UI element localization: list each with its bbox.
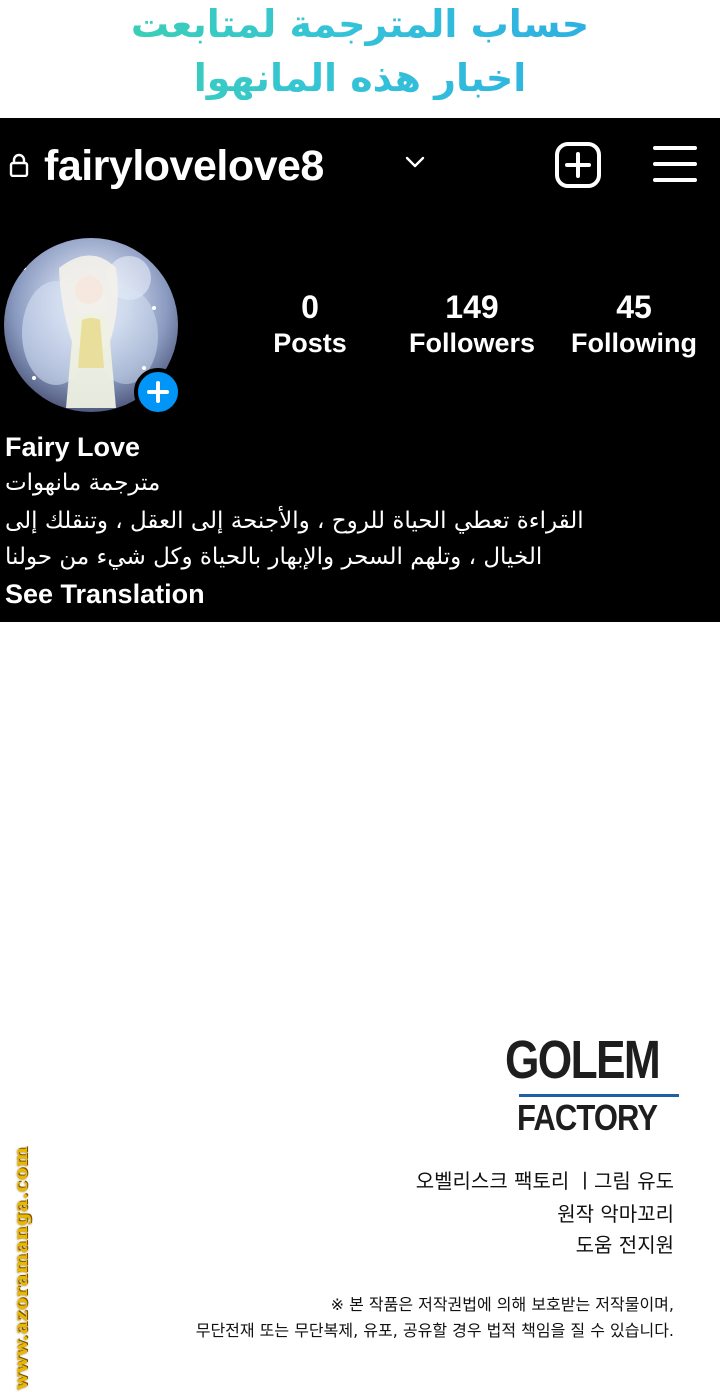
credit-line-1: 오벨리스크 팩토리 ㅣ그림 유도 (415, 1169, 674, 1193)
followers-label: Followers (408, 328, 536, 358)
lock-icon (9, 153, 29, 177)
see-translation-link[interactable]: See Translation (5, 577, 205, 611)
posts-stat[interactable]: 0 Posts (254, 288, 366, 360)
bio-line-2: القراءة تعطي الحياة للروح ، والأجنحة إلى… (5, 508, 584, 534)
new-post-plus-icon[interactable] (554, 141, 602, 189)
site-watermark: www.azoramanga.com (3, 1140, 33, 1390)
following-label: Following (571, 328, 697, 358)
copyright-notice-line-2: 무단전재 또는 무단복제, 유포, 공유할 경우 법적 책임을 질 수 있습니다… (195, 1321, 674, 1340)
posts-count: 0 (301, 289, 319, 325)
watermark-text: www.azoramanga.com (10, 1146, 32, 1390)
following-count: 45 (616, 289, 652, 325)
bio-line-3: الخيال ، وتلهم السحر والإبهار بالحياة وك… (5, 544, 543, 570)
banner-line-1: حساب المترجمة لمتابعت (0, 2, 720, 46)
logo-text-bottom: FACTORY (517, 1097, 658, 1138)
menu-icon[interactable] (652, 143, 698, 185)
translator-banner: حساب المترجمة لمتابعت اخبار هذه المانهوا (0, 0, 720, 118)
credit-line-2: 원작 악마꼬리 (557, 1202, 674, 1226)
plus-icon (147, 381, 169, 403)
account-username[interactable]: fairylovelove8 (44, 140, 324, 192)
copyright-notice-line-1: ※ 본 작품은 저작권법에 의해 보호받는 저작물이며, (330, 1295, 674, 1314)
credit-line-3: 도움 전지원 (575, 1233, 674, 1257)
posts-label: Posts (273, 328, 347, 358)
following-stat[interactable]: 45 Following (562, 288, 706, 360)
instagram-profile-panel: fairylovelove8 0 Posts 149 Followers 45 … (0, 118, 720, 622)
profile-avatar[interactable] (4, 238, 182, 416)
golem-factory-logo: GOLEM FACTORY (505, 1030, 681, 1138)
logo-text-top: GOLEM (505, 1030, 661, 1090)
followers-stat[interactable]: 149 Followers (398, 288, 546, 360)
followers-count: 149 (445, 289, 499, 325)
banner-line-2: اخبار هذه المانهوا (0, 56, 720, 100)
chevron-down-icon[interactable] (404, 154, 426, 170)
profile-top-bar: fairylovelove8 (0, 138, 720, 194)
bio-line-1: مترجمة مانهوات (5, 470, 161, 496)
profile-display-name: Fairy Love (5, 432, 141, 462)
add-story-button[interactable] (134, 368, 182, 416)
